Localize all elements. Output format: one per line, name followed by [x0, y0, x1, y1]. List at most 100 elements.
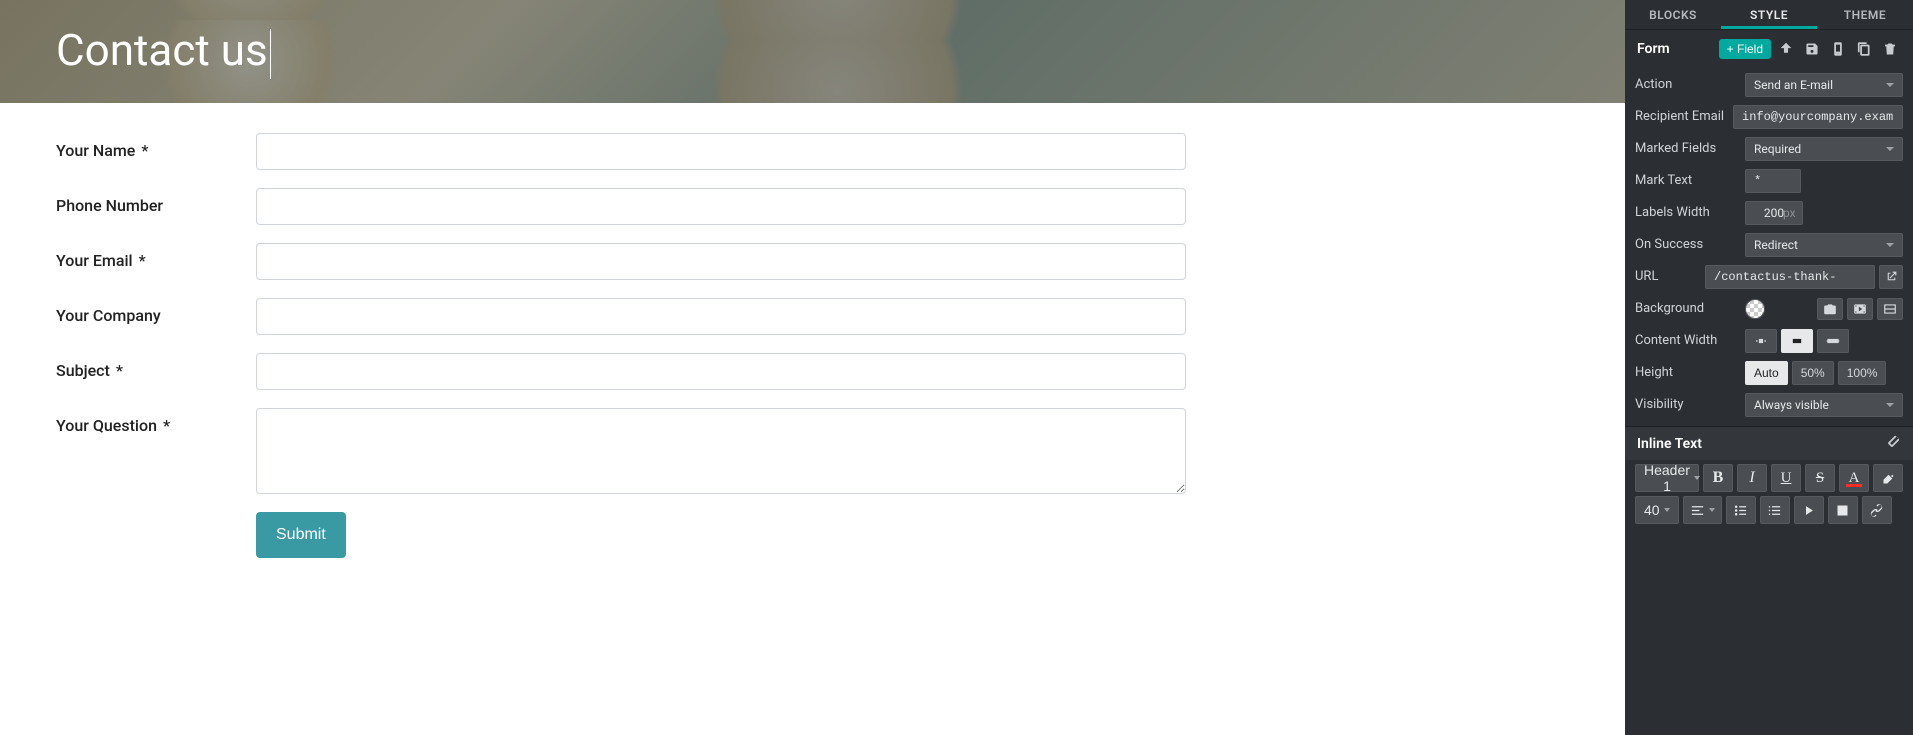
align-button[interactable] — [1683, 496, 1722, 524]
insert-link-button[interactable] — [1862, 496, 1892, 524]
delete-icon[interactable] — [1879, 38, 1901, 60]
recipient-email-input[interactable] — [1733, 105, 1903, 129]
background-image-button[interactable] — [1817, 298, 1843, 320]
form-section-header: Form + Field — [1635, 30, 1903, 68]
sidebar-tabs: BLOCKS STYLE THEME — [1625, 0, 1913, 30]
highlighter-icon — [1881, 471, 1896, 486]
field-label-text: Your Email — [56, 251, 133, 270]
prop-label: URL — [1635, 269, 1705, 284]
link-icon — [1869, 503, 1884, 518]
field-label-text: Subject — [56, 361, 110, 380]
chevron-down-icon — [1709, 508, 1715, 512]
image-icon — [1835, 503, 1850, 518]
external-link-icon — [1885, 270, 1898, 283]
add-field-button[interactable]: + Field — [1719, 39, 1771, 59]
unordered-list-button[interactable] — [1726, 496, 1756, 524]
prop-label: Recipient Email — [1635, 109, 1733, 124]
chevron-down-icon — [1886, 243, 1894, 247]
prop-background: Background — [1635, 293, 1903, 324]
insert-image-button[interactable] — [1828, 496, 1858, 524]
submit-row: Submit — [56, 512, 1569, 558]
chevron-down-icon — [1886, 147, 1894, 151]
visibility-select[interactable]: Always visible — [1745, 393, 1903, 417]
your-question-textarea[interactable] — [256, 408, 1186, 494]
prop-on-success: On Success Redirect — [1635, 229, 1903, 260]
clear-format-button[interactable] — [1886, 434, 1901, 453]
prop-marked-fields: Marked Fields Required — [1635, 133, 1903, 164]
font-size-select[interactable]: 40 — [1635, 496, 1679, 524]
chevron-down-icon — [1694, 476, 1700, 480]
marked-fields-select[interactable]: Required — [1745, 137, 1903, 161]
content-width-full[interactable] — [1817, 329, 1849, 353]
height-100[interactable]: 100% — [1838, 361, 1887, 385]
hero-banner: Contact us — [0, 0, 1625, 103]
bold-button[interactable]: B — [1703, 464, 1733, 492]
your-company-input[interactable] — [256, 298, 1186, 335]
page-title-text: Contact us — [56, 24, 268, 76]
height-50[interactable]: 50% — [1792, 361, 1834, 385]
field-label: Subject * — [56, 353, 256, 380]
prop-label: Mark Text — [1635, 173, 1745, 188]
submit-button[interactable]: Submit — [256, 512, 346, 558]
labels-width-input[interactable] — [1745, 201, 1803, 225]
italic-button[interactable]: I — [1737, 464, 1767, 492]
content-width-narrow[interactable] — [1745, 329, 1777, 353]
prop-recipient-email: Recipient Email — [1635, 101, 1903, 132]
content-width-normal[interactable] — [1781, 329, 1813, 353]
mark-text-input[interactable] — [1745, 169, 1801, 193]
on-success-value: Redirect — [1754, 238, 1798, 252]
field-label-text: Your Name — [56, 141, 135, 160]
field-label-text: Your Company — [56, 306, 161, 325]
play-icon — [1801, 503, 1816, 518]
url-input[interactable] — [1705, 265, 1875, 289]
prop-label: On Success — [1635, 237, 1745, 252]
background-color-swatch[interactable] — [1745, 299, 1765, 319]
text-color-button[interactable]: A — [1839, 464, 1869, 492]
chevron-down-icon — [1664, 508, 1670, 512]
save-icon[interactable] — [1801, 38, 1823, 60]
prop-visibility: Visibility Always visible — [1635, 389, 1903, 420]
strikethrough-button[interactable]: S — [1805, 464, 1835, 492]
color-bar — [1846, 484, 1862, 487]
chevron-down-icon — [1886, 83, 1894, 87]
action-select[interactable]: Send an E-mail — [1745, 73, 1903, 97]
required-mark: * — [116, 361, 123, 380]
prop-label: Labels Width — [1635, 205, 1745, 220]
animation-button[interactable] — [1794, 496, 1824, 524]
subject-input[interactable] — [256, 353, 1186, 390]
field-label-text: Your Question — [56, 416, 157, 435]
required-mark: * — [141, 141, 148, 160]
duplicate-icon[interactable] — [1853, 38, 1875, 60]
field-label: Your Email * — [56, 243, 256, 270]
tab-theme[interactable]: THEME — [1817, 0, 1913, 29]
tab-blocks[interactable]: BLOCKS — [1625, 0, 1721, 29]
heading-select-value: Header 1 — [1644, 462, 1690, 494]
background-video-button[interactable] — [1847, 298, 1873, 320]
ordered-list-button[interactable] — [1760, 496, 1790, 524]
prop-label: Height — [1635, 365, 1745, 380]
align-icon — [1690, 503, 1705, 518]
page-title[interactable]: Contact us — [56, 24, 271, 78]
list-ol-icon — [1767, 503, 1782, 518]
phone-number-input[interactable] — [256, 188, 1186, 225]
chevron-down-icon — [1886, 403, 1894, 407]
height-auto[interactable]: Auto — [1745, 361, 1788, 385]
on-success-select[interactable]: Redirect — [1745, 233, 1903, 257]
heading-select[interactable]: Header 1 — [1635, 464, 1699, 492]
underline-button[interactable]: U — [1771, 464, 1801, 492]
background-shape-button[interactable] — [1877, 298, 1903, 320]
open-url-button[interactable] — [1879, 265, 1903, 289]
prop-label: Content Width — [1635, 333, 1745, 348]
tab-style[interactable]: STYLE — [1721, 0, 1817, 29]
field-label: Your Company — [56, 298, 256, 325]
visibility-value: Always visible — [1754, 398, 1829, 412]
select-parent-icon[interactable] — [1775, 38, 1797, 60]
shape-icon — [1883, 302, 1897, 316]
highlight-button[interactable] — [1873, 464, 1903, 492]
prop-action: Action Send an E-mail — [1635, 69, 1903, 100]
your-name-input[interactable] — [256, 133, 1186, 170]
marked-fields-value: Required — [1754, 142, 1801, 156]
your-email-input[interactable] — [256, 243, 1186, 280]
mobile-icon[interactable] — [1827, 38, 1849, 60]
prop-label: Action — [1635, 77, 1745, 92]
